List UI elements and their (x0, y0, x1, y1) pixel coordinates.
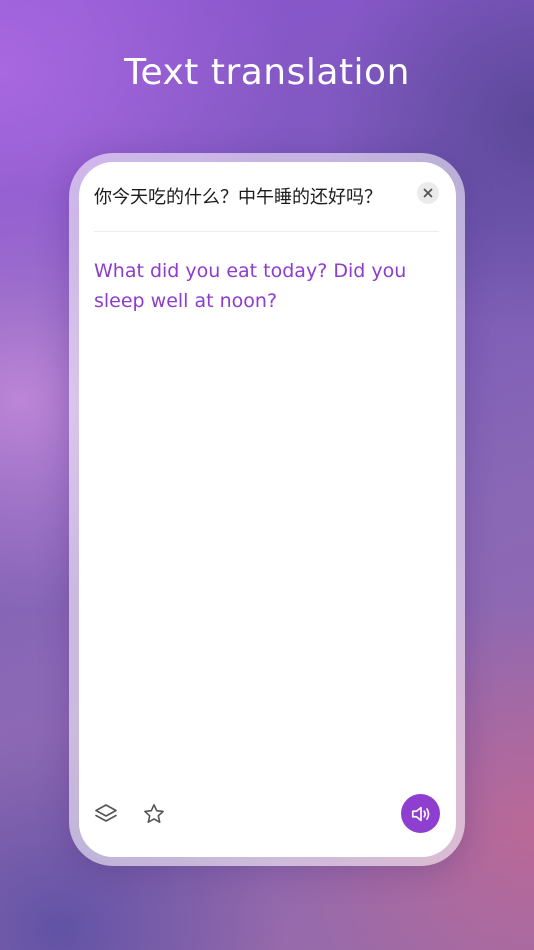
translated-text: What did you eat today? Did you sleep we… (94, 260, 407, 312)
divider (94, 231, 439, 232)
layers-button[interactable] (92, 800, 120, 828)
layers-icon (95, 804, 117, 822)
favorite-button[interactable] (140, 800, 168, 828)
star-icon (144, 804, 164, 823)
source-text[interactable]: 你今天吃的什么？中午睡的还好吗？ (94, 183, 439, 209)
speak-button[interactable] (401, 794, 440, 833)
speaker-icon (411, 806, 429, 821)
bottom-toolbar (79, 787, 456, 857)
source-input-row[interactable]: 你今天吃的什么？中午睡的还好吗？ (94, 181, 439, 211)
clear-button[interactable] (417, 182, 439, 204)
close-icon (423, 188, 433, 198)
translation-card: 你今天吃的什么？中午睡的还好吗？ What did you eat today?… (79, 162, 456, 857)
page-title: Text translation (124, 52, 410, 93)
